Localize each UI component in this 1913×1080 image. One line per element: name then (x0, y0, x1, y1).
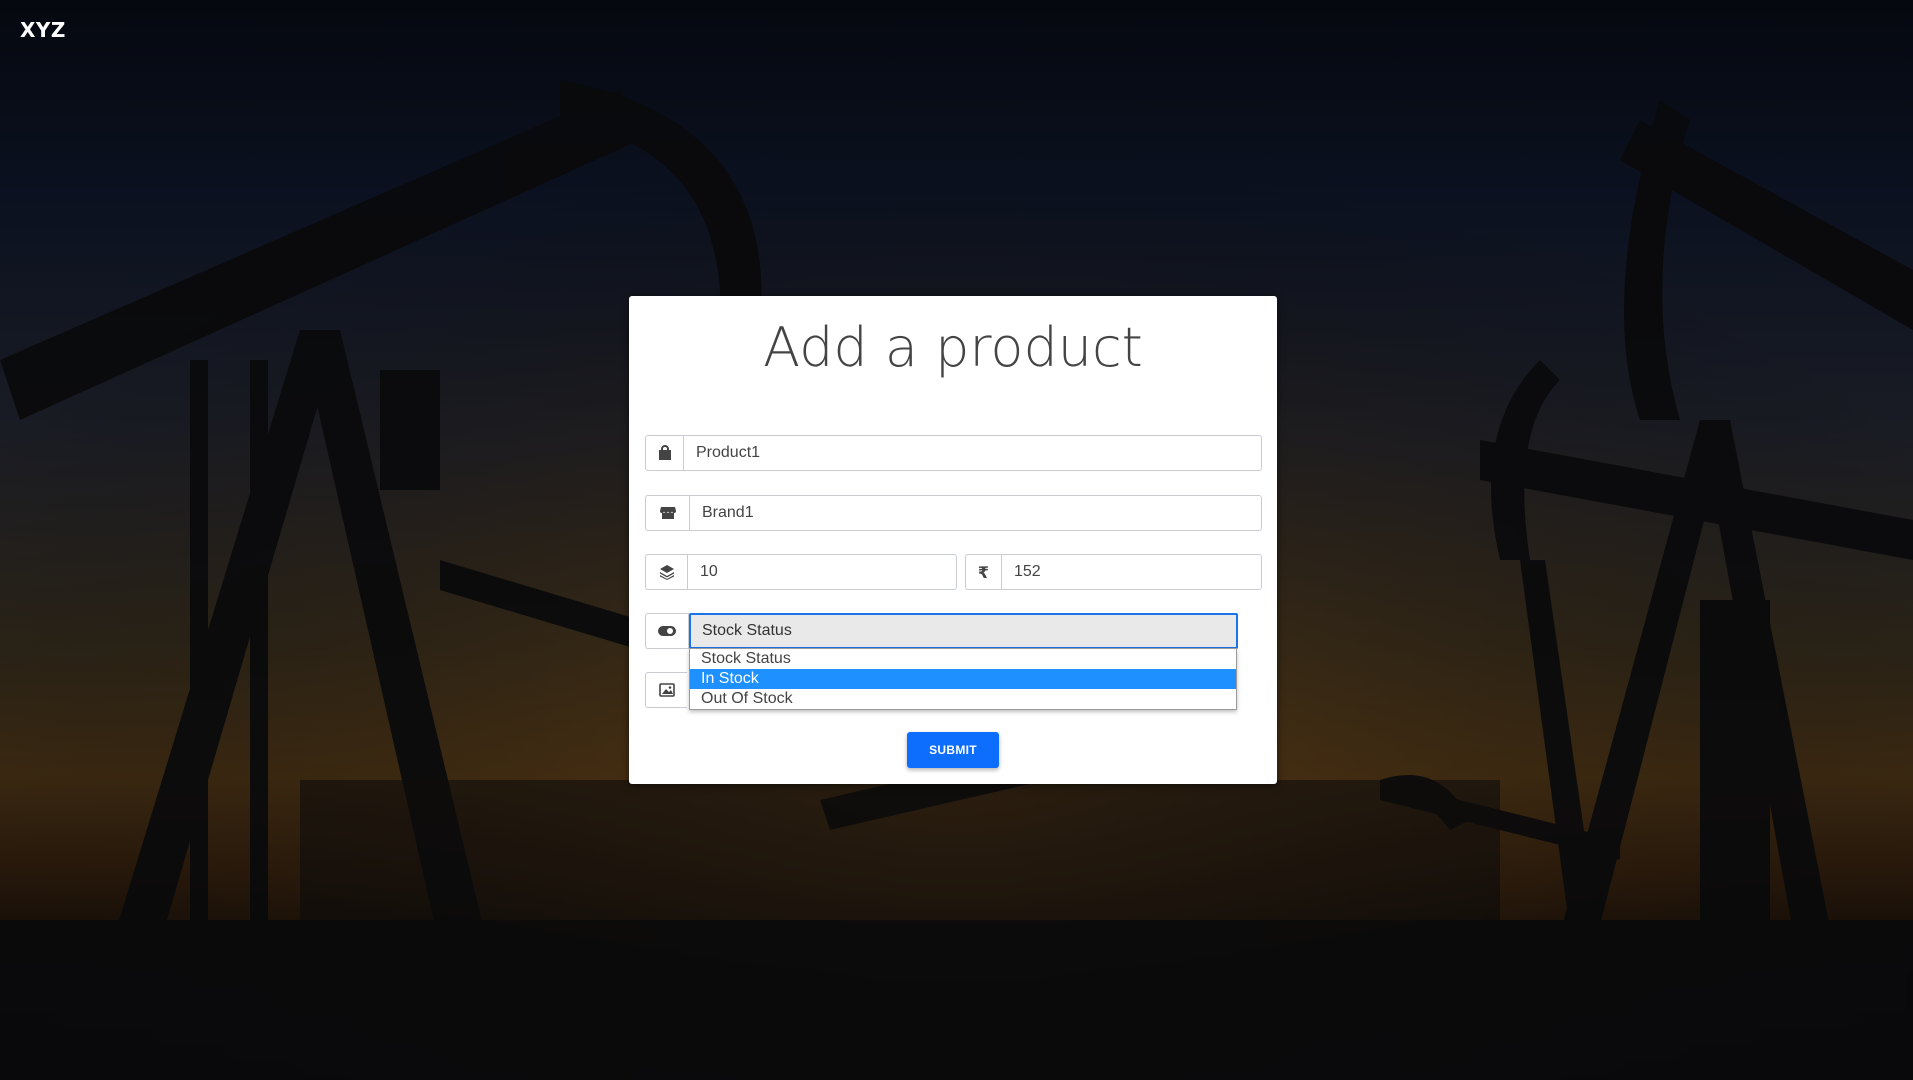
toggle-icon (645, 613, 689, 649)
stock-status-field: Stock Status (645, 613, 1238, 649)
stock-status-select[interactable]: Stock Status (689, 613, 1238, 649)
stock-status-dropdown: Stock Status In Stock Out Of Stock (689, 648, 1237, 710)
in-stock-option[interactable]: In Stock (690, 669, 1236, 689)
layers-icon (645, 554, 687, 590)
add-product-card: Add a product Product1 Brand1 10 ₹ 152 S… (629, 296, 1277, 784)
brand-input[interactable]: Brand1 (689, 495, 1262, 531)
store-icon (645, 495, 689, 531)
brand-field: Brand1 (645, 495, 1262, 531)
quantity-field: 10 (645, 554, 957, 590)
image-icon (645, 672, 687, 708)
product-name-input[interactable]: Product1 (683, 435, 1262, 471)
out-of-stock-option[interactable]: Out Of Stock (690, 689, 1236, 709)
stock-status-option[interactable]: Stock Status (690, 649, 1236, 669)
price-field: ₹ 152 (965, 554, 1262, 590)
brand-logo[interactable]: XYZ (20, 18, 66, 42)
shopping-bag-icon (645, 435, 683, 471)
page-title: Add a product (763, 316, 1143, 379)
quantity-input[interactable]: 10 (687, 554, 957, 590)
product-name-field: Product1 (645, 435, 1262, 471)
rupee-icon: ₹ (965, 554, 1001, 590)
price-input[interactable]: 152 (1001, 554, 1262, 590)
submit-button[interactable]: SUBMIT (907, 732, 999, 768)
